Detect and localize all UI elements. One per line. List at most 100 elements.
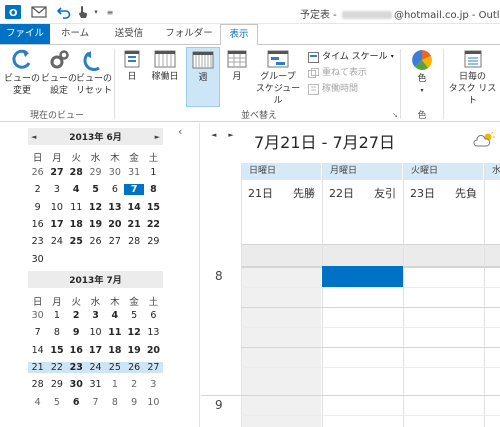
date-cell[interactable]: 9 <box>67 327 86 338</box>
date-cell[interactable]: 6 <box>144 310 163 321</box>
selected-time-slot[interactable] <box>322 266 403 287</box>
date-cell[interactable]: 21 <box>124 219 143 230</box>
prev-week-icon[interactable]: ◄ <box>211 131 216 139</box>
date-cell[interactable]: 9 <box>28 202 47 213</box>
undo-icon[interactable] <box>56 4 72 20</box>
date-cell[interactable]: 1 <box>144 167 163 178</box>
date-cell[interactable]: 12 <box>124 327 143 338</box>
date-cell[interactable]: 3 <box>86 310 105 321</box>
date-cell[interactable]: 1 <box>105 379 124 390</box>
next-week-icon[interactable]: ► <box>228 131 233 139</box>
color-button[interactable]: 色 ▾ <box>404 49 440 97</box>
date-cell[interactable]: 17 <box>47 219 66 230</box>
day-header-wednesday[interactable]: 水 <box>485 163 500 180</box>
day-header-sunday[interactable]: 日曜日 <box>242 163 321 180</box>
date-cell[interactable]: 28 <box>67 167 86 178</box>
date-cell[interactable]: 2 <box>28 184 47 195</box>
date-cell[interactable]: 11 <box>67 202 86 213</box>
date-cell[interactable]: 31 <box>124 167 143 178</box>
date-cell[interactable]: 18 <box>105 345 124 356</box>
date-cell[interactable]: 28 <box>28 379 47 390</box>
date-cell[interactable]: 2 <box>124 379 143 390</box>
date-cell[interactable]: 25 <box>105 362 124 373</box>
date-cell[interactable]: 27 <box>47 167 66 178</box>
date-cell[interactable]: 18 <box>67 219 86 230</box>
overlay-button[interactable]: 重ねて表示 <box>308 67 367 79</box>
date-cell[interactable]: 19 <box>86 219 105 230</box>
date-cell[interactable]: 16 <box>28 219 47 230</box>
touch-mode-icon[interactable] <box>76 4 90 20</box>
tab-send-receive[interactable]: 送受信 <box>104 24 154 44</box>
date-cell[interactable]: 11 <box>105 327 124 338</box>
send-receive-icon[interactable] <box>30 4 48 20</box>
date-cell[interactable]: 6 <box>67 397 86 408</box>
date-cell[interactable]: 22 <box>144 219 163 230</box>
date-cell[interactable]: 20 <box>105 219 124 230</box>
date-cell[interactable]: 14 <box>28 345 47 356</box>
dialog-launcher-icon[interactable]: ↘ <box>392 111 398 119</box>
work-week-button[interactable]: 稼働日 <box>147 49 183 83</box>
date-cell[interactable]: 27 <box>105 236 124 247</box>
date-cell[interactable]: 15 <box>144 202 163 213</box>
tab-folder[interactable]: フォルダー <box>160 24 218 44</box>
date-cell[interactable]: 30 <box>28 254 47 265</box>
view-settings-button[interactable]: ビューの 設定 <box>40 49 78 97</box>
date-cell[interactable]: 7 <box>28 327 47 338</box>
date-cell[interactable]: 2 <box>67 310 86 321</box>
date-cell[interactable]: 8 <box>105 397 124 408</box>
date-cell[interactable]: 5 <box>124 310 143 321</box>
date-cell[interactable]: 31 <box>86 379 105 390</box>
weather-icon[interactable] <box>473 132 495 148</box>
date-cell[interactable]: 16 <box>67 345 86 356</box>
date-cell[interactable]: 12 <box>86 202 105 213</box>
date-cell[interactable]: 26 <box>86 236 105 247</box>
date-cell[interactable]: 10 <box>144 397 163 408</box>
date-cell[interactable]: 8 <box>144 184 163 195</box>
date-cell[interactable]: 7 <box>86 397 105 408</box>
date-cell[interactable]: 30 <box>67 379 86 390</box>
date-cell[interactable]: 29 <box>86 167 105 178</box>
date-cell[interactable]: 30 <box>105 167 124 178</box>
tab-view[interactable]: 表示 <box>220 24 258 45</box>
work-hours-button[interactable]: 稼働時間 <box>308 83 358 95</box>
prev-month-icon[interactable]: ◄ <box>31 133 36 141</box>
date-cell[interactable]: 20 <box>144 345 163 356</box>
reset-view-button[interactable]: ビューの リセット <box>76 49 112 97</box>
date-cell[interactable]: 8 <box>47 327 66 338</box>
schedule-view-button[interactable]: グループ スケジュール <box>253 49 303 107</box>
date-cell[interactable]: 27 <box>144 362 163 373</box>
change-view-button[interactable]: ビューの 変更 <box>2 49 42 97</box>
date-cell[interactable]: 4 <box>105 310 124 321</box>
date-cell[interactable]: 25 <box>67 236 86 247</box>
date-cell[interactable]: 4 <box>67 184 86 195</box>
week-view-button[interactable]: 週 <box>186 47 220 107</box>
all-day-area[interactable] <box>241 244 500 267</box>
day-header-monday[interactable]: 月曜日 <box>323 163 402 180</box>
collapse-pane-icon[interactable]: ‹ <box>178 125 182 138</box>
date-cell[interactable]: 22 <box>47 362 66 373</box>
month-view-button[interactable]: 月 <box>223 49 251 83</box>
date-cell[interactable]: 6 <box>105 184 124 195</box>
day-view-button[interactable]: 日 <box>118 49 146 83</box>
timescale-dropdown[interactable]: タイム スケール ▾ <box>308 51 394 63</box>
date-cell[interactable]: 9 <box>124 397 143 408</box>
date-cell[interactable]: 5 <box>86 184 105 195</box>
date-cell[interactable]: 21 <box>28 362 47 373</box>
date-cell[interactable]: 10 <box>86 327 105 338</box>
date-cell[interactable]: 26 <box>124 362 143 373</box>
date-cell[interactable]: 10 <box>47 202 66 213</box>
date-cell[interactable]: 29 <box>144 236 163 247</box>
today-date-cell[interactable]: 7 <box>124 184 144 196</box>
date-cell[interactable]: 19 <box>124 345 143 356</box>
date-cell[interactable]: 3 <box>144 379 163 390</box>
date-cell[interactable]: 13 <box>105 202 124 213</box>
date-cell[interactable]: 3 <box>47 184 66 195</box>
date-cell[interactable]: 17 <box>86 345 105 356</box>
date-cell[interactable]: 30 <box>28 310 47 321</box>
date-cell[interactable]: 14 <box>124 202 143 213</box>
date-cell[interactable]: 5 <box>47 397 66 408</box>
date-cell[interactable]: 28 <box>124 236 143 247</box>
date-cell[interactable]: 15 <box>47 345 66 356</box>
tab-home[interactable]: ホーム <box>55 24 95 44</box>
date-cell[interactable]: 26 <box>28 167 47 178</box>
